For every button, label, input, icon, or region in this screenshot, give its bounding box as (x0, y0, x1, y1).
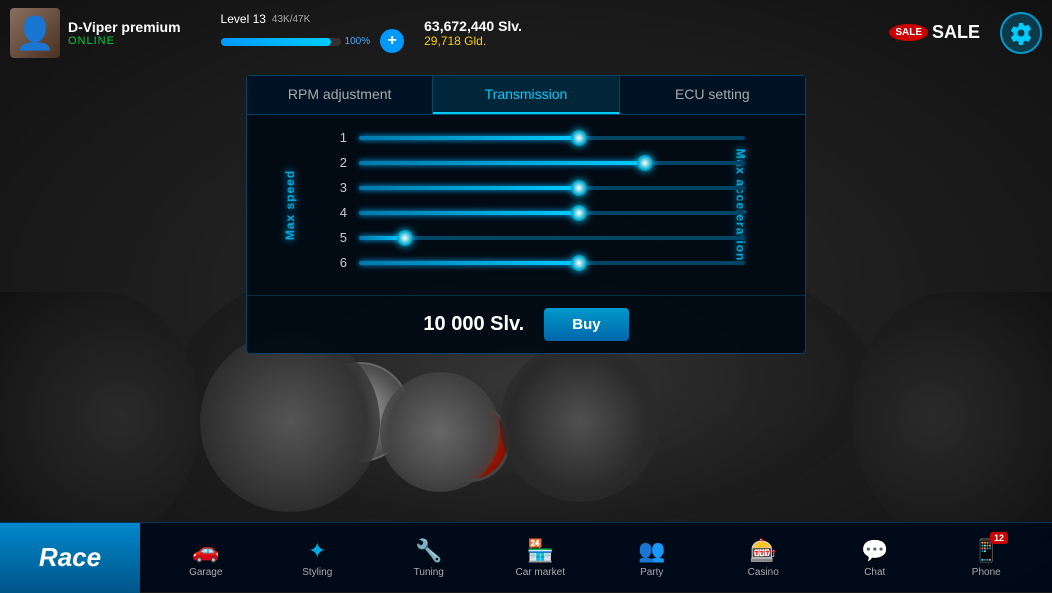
car-market-label: Car market (516, 567, 565, 578)
buy-button[interactable]: Buy (544, 308, 628, 341)
slider-track-4[interactable] (359, 211, 745, 215)
casino-label: Casino (748, 567, 779, 578)
slider-track-3[interactable] (359, 186, 745, 190)
slider-num-4: 4 (327, 205, 347, 220)
nav-item-casino[interactable]: 🎰 Casino (733, 538, 793, 578)
tuning-label: Tuning (414, 567, 444, 578)
slider-num-6: 6 (327, 255, 347, 270)
chat-icon: 💬 (861, 538, 888, 564)
gear-icon (1009, 21, 1033, 45)
slider-num-3: 3 (327, 180, 347, 195)
currency-gld: 29,718 Gld. (424, 34, 522, 48)
race-button-label: Race (39, 542, 101, 573)
slider-track-6[interactable] (359, 261, 745, 265)
slider-num-1: 1 (327, 130, 347, 145)
price-label: 10 000 Slv. (423, 313, 524, 336)
nav-item-chat[interactable]: 💬 Chat (845, 538, 905, 578)
side-label-max-acceleration: Max acceleration (734, 149, 748, 262)
party-icon: 👥 (638, 538, 665, 564)
slider-row-2: 2 (327, 155, 745, 170)
slider-row-1: 1 (327, 130, 745, 145)
slider-row-3: 3 (327, 180, 745, 195)
nav-items: 🚗 Garage ✦ Styling 🔧 Tuning 🏪 Car market… (140, 538, 1052, 578)
casino-icon: 🎰 (750, 538, 777, 564)
phone-badge-count: 12 (990, 532, 1008, 544)
header: D-Viper premium ONLINE Level 13 43K/47K … (0, 0, 1052, 65)
xp-plus-button[interactable]: + (380, 29, 404, 53)
settings-button[interactable] (1000, 12, 1042, 54)
phone-label: Phone (972, 567, 1001, 578)
slider-row-4: 4 (327, 205, 745, 220)
tab-transmission[interactable]: Transmission (433, 76, 619, 114)
tab-ecu[interactable]: ECU setting (620, 76, 805, 114)
level-section: Level 13 43K/47K 100% + (221, 12, 405, 53)
currency-slv: 63,672,440 Slv. (424, 18, 522, 34)
slider-num-5: 5 (327, 230, 347, 245)
player-info: D-Viper premium ONLINE (68, 19, 181, 47)
tabs: RPM adjustment Transmission ECU setting (247, 76, 805, 115)
race-button[interactable]: Race (0, 523, 140, 593)
chat-label: Chat (864, 567, 885, 578)
sale-badge: SALE (889, 24, 928, 41)
nav-item-phone[interactable]: 📱 12 Phone (956, 538, 1016, 578)
slider-track-1[interactable] (359, 136, 745, 140)
slider-track-5[interactable] (359, 236, 745, 240)
side-label-max-speed: Max speed (283, 170, 297, 240)
nav-item-party[interactable]: 👥 Party (622, 538, 682, 578)
styling-icon: ✦ (308, 538, 326, 564)
player-name: D-Viper premium (68, 19, 181, 35)
nav-item-car-market[interactable]: 🏪 Car market (510, 538, 570, 578)
bottom-nav: Race 🚗 Garage ✦ Styling 🔧 Tuning 🏪 Car m… (0, 522, 1052, 592)
garage-label: Garage (189, 567, 222, 578)
party-label: Party (640, 567, 663, 578)
sale-section: SALE SALE (889, 22, 980, 43)
slider-row-5: 5 (327, 230, 745, 245)
phone-badge: 📱 12 (973, 538, 1000, 564)
buy-row: 10 000 Slv. Buy (247, 295, 805, 353)
slider-num-2: 2 (327, 155, 347, 170)
slider-row-6: 6 (327, 255, 745, 270)
level-bar (221, 38, 341, 46)
nav-item-garage[interactable]: 🚗 Garage (176, 538, 236, 578)
level-percent: 100% (345, 36, 371, 47)
tab-rpm[interactable]: RPM adjustment (247, 76, 433, 114)
slider-track-2[interactable] (359, 161, 745, 165)
sale-text: SALE (932, 22, 980, 43)
level-label: Level 13 (221, 12, 266, 26)
avatar (10, 8, 60, 58)
xp-text: 43K/47K (272, 14, 310, 25)
car-market-icon: 🏪 (527, 538, 554, 564)
player-status: ONLINE (68, 35, 181, 47)
tuning-icon: 🔧 (415, 538, 442, 564)
styling-label: Styling (302, 567, 332, 578)
sliders-area: Max speed Max acceleration 1 2 3 4 (247, 115, 805, 295)
garage-icon: 🚗 (192, 538, 219, 564)
nav-item-styling[interactable]: ✦ Styling (287, 538, 347, 578)
nav-item-tuning[interactable]: 🔧 Tuning (399, 538, 459, 578)
currency-section: 63,672,440 Slv. 29,718 Gld. (424, 18, 522, 48)
main-panel: RPM adjustment Transmission ECU setting … (246, 75, 806, 354)
